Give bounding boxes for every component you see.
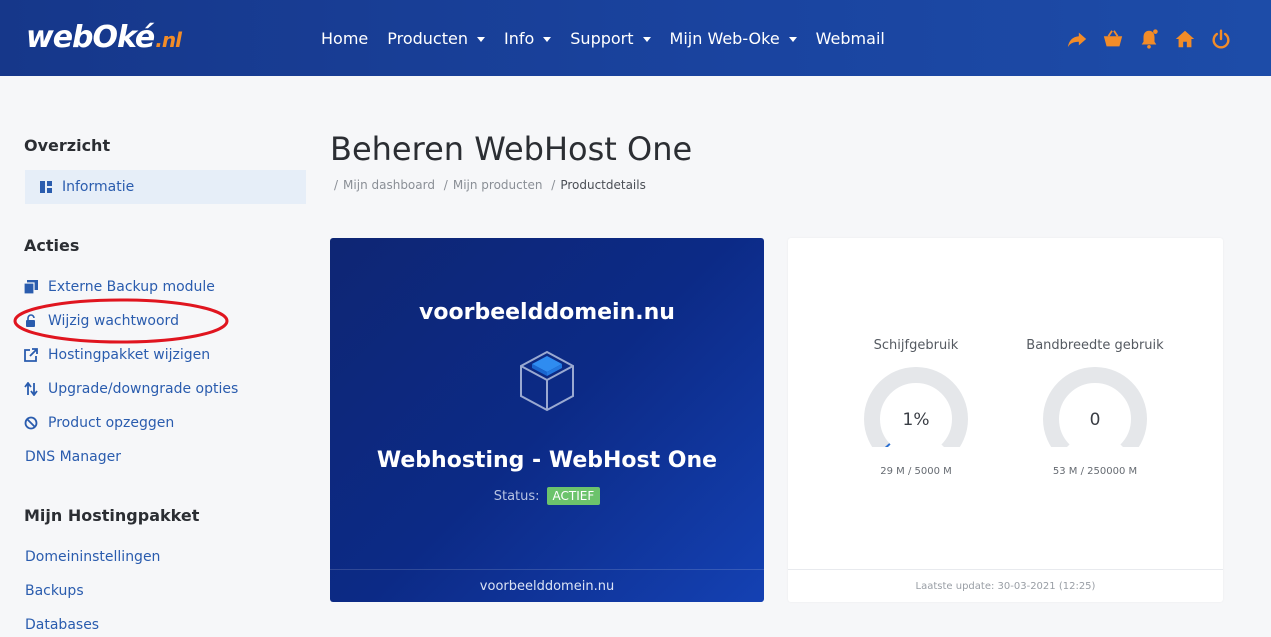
sidebar-heading-actions: Acties [24,236,80,255]
home-icon[interactable] [1174,28,1196,50]
breadcrumb-dashboard[interactable]: Mijn dashboard [343,178,435,192]
top-navbar: webOké .nl Home Producten Info Support Mi… [0,0,1271,76]
sidebar-item-label: Backups [25,583,84,599]
caret-down-icon [788,36,797,42]
sidebar-item-domeininstellingen[interactable]: Domeininstellingen [25,549,160,565]
breadcrumb-separator: / [443,178,448,192]
gauge-title: Bandbreedte gebruik [1026,338,1164,353]
red-annotation-ellipse [13,298,229,344]
gauge-value: 0 [1090,410,1101,430]
sidebar-item-label: Externe Backup module [48,279,215,295]
usage-stats-card: Schijfgebruik 1% 29 M / 5000 M Bandbreed… [788,238,1223,602]
sidebar-item-label: Upgrade/downgrade opties [48,381,239,397]
breadcrumb-separator: / [334,178,339,192]
ban-icon [24,416,38,430]
sidebar-heading-overview: Overzicht [24,136,111,155]
nav-mijn-web-oke[interactable]: Mijn Web-Oke [670,29,797,48]
nav-mijn-web-oke-label: Mijn Web-Oke [669,28,780,48]
logo-main-text: webOké [26,20,155,55]
sidebar: Overzicht Informatie Acties Externe Back… [0,76,320,637]
status-badge: ACTIEF [546,487,601,505]
nav-support[interactable]: Support [570,28,651,48]
sidebar-item-hostingpakket-wijzigen[interactable]: Hostingpakket wijzigen [24,347,210,363]
breadcrumb-current: Productdetails [560,178,646,192]
sidebar-item-backups[interactable]: Backups [25,583,84,599]
breadcrumb-separator: / [551,178,556,192]
gauge-dial: 0 [1043,367,1147,447]
page-title: Beheren WebHost One [330,130,693,168]
share-icon[interactable] [1066,28,1088,50]
sidebar-item-dns-manager[interactable]: DNS Manager [25,449,121,465]
sidebar-item-externe-backup[interactable]: Externe Backup module [24,279,215,295]
product-name: Webhosting - WebHost One [376,448,718,473]
gauge-dial: 1% [864,367,968,447]
sort-arrows-icon [24,382,38,396]
copy-icon [24,280,38,294]
sidebar-item-upgrade-downgrade[interactable]: Upgrade/downgrade opties [24,381,238,397]
sidebar-item-product-opzeggen[interactable]: Product opzeggen [24,415,174,431]
nav-info-label: Info [503,28,535,48]
gauge-detail: 53 M / 250000 M [1052,466,1138,477]
sidebar-item-label: Informatie [62,179,135,195]
gauge-title: Schijfgebruik [873,338,959,353]
bell-icon[interactable] [1138,28,1160,50]
logo-tld-text: .nl [155,28,182,52]
bandwidth-usage-gauge: Bandbreedte gebruik 0 53 M / 250000 M [1010,338,1180,477]
gauge-detail: 29 M / 5000 M [880,466,952,477]
main-nav: Home Producten Info Support Mijn Web-Oke… [321,0,904,76]
header-icons [1066,28,1246,50]
nav-webmail-label: Webmail [815,28,885,48]
product-domain: voorbeelddomein.nu [419,300,675,325]
nav-producten-label: Producten [387,28,468,48]
sidebar-heading-hostingpakket: Mijn Hostingpakket [24,506,200,525]
nav-webmail[interactable]: Webmail [816,29,885,48]
status-label: Status: [493,488,540,504]
sidebar-item-label: Domeininstellingen [25,549,161,565]
basket-icon[interactable] [1102,28,1124,50]
product-status: Status: ACTIEF [330,487,764,505]
sidebar-item-label: Databases [25,617,100,633]
disk-usage-gauge: Schijfgebruik 1% 29 M / 5000 M [831,338,1001,477]
nav-home-label: Home [321,28,369,48]
breadcrumb-producten[interactable]: Mijn producten [453,178,543,192]
nav-support-label: Support [570,28,634,48]
product-footer-domain[interactable]: voorbeelddomein.nu [330,569,764,602]
sidebar-item-informatie[interactable]: Informatie [25,170,306,204]
sidebar-item-label: Product opzeggen [48,415,175,431]
site-logo[interactable]: webOké .nl [26,20,182,60]
product-card: voorbeelddomein.nu Webhosting - WebHost … [330,238,764,602]
external-link-icon [24,348,38,362]
power-icon[interactable] [1210,28,1232,50]
sidebar-item-label: DNS Manager [25,449,121,465]
nav-home[interactable]: Home [321,29,368,48]
dashboard-icon [40,181,52,193]
nav-producten[interactable]: Producten [387,29,485,48]
caret-down-icon [476,36,485,42]
breadcrumb: / Mijn dashboard / Mijn producten / Product… [334,178,646,192]
nav-info[interactable]: Info [503,28,552,48]
sidebar-item-databases[interactable]: Databases [25,617,99,633]
caret-down-icon [543,36,552,42]
cube-icon [520,350,574,412]
gauge-value: 1% [903,410,930,430]
caret-down-icon [642,36,651,42]
sidebar-item-label: Hostingpakket wijzigen [48,347,211,363]
last-update: Laatste update: 30-03-2021 (12:25) [788,569,1223,602]
